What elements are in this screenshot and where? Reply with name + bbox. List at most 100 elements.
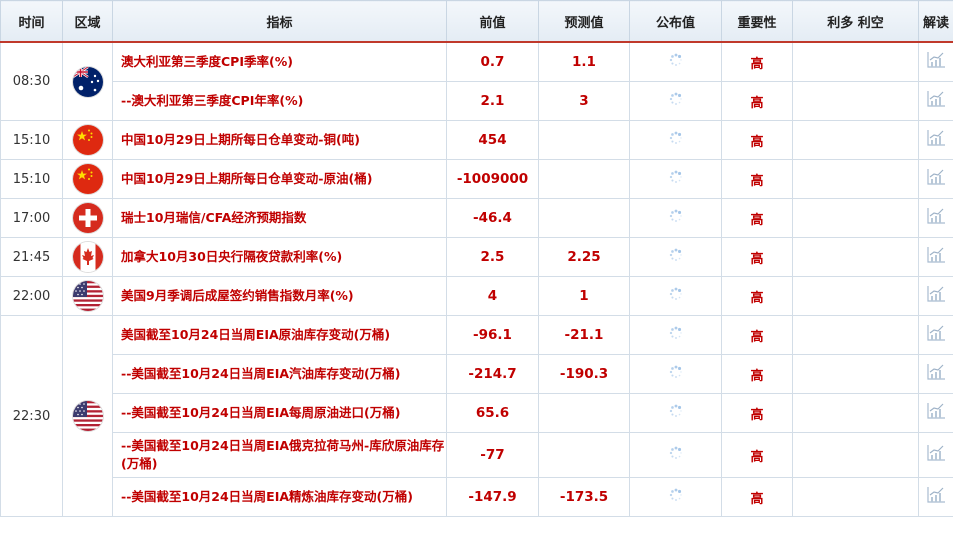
loading-spinner-icon	[669, 131, 683, 145]
usa-flag-icon	[72, 401, 103, 431]
chart-analysis-icon[interactable]	[926, 402, 946, 420]
analysis-cell[interactable]	[918, 276, 953, 316]
chart-analysis-icon[interactable]	[926, 246, 946, 264]
previous-value: 65.6	[446, 393, 539, 433]
actual-value	[629, 159, 722, 199]
actual-value	[629, 393, 722, 433]
indicator-link[interactable]: 中国10月29日上期所每日仓单变动-铜(吨)	[112, 120, 447, 160]
indicator-link[interactable]: --美国截至10月24日当周EIA汽油库存变动(万桶)	[112, 354, 447, 394]
importance-value: 高	[721, 237, 793, 277]
importance-value: 高	[721, 477, 793, 517]
header-actual: 公布值	[629, 0, 722, 43]
loading-spinner-icon	[669, 53, 683, 67]
analysis-cell[interactable]	[918, 120, 953, 160]
forecast-value: 2.25	[538, 237, 630, 277]
loading-spinner-icon	[669, 92, 683, 106]
chart-analysis-icon[interactable]	[926, 51, 946, 69]
analysis-cell[interactable]	[918, 237, 953, 277]
table-row: --澳大利亚第三季度CPI年率(%) 2.1 3 高	[1, 81, 953, 121]
chart-analysis-icon[interactable]	[926, 207, 946, 225]
analysis-cell[interactable]	[918, 198, 953, 238]
importance-value: 高	[721, 432, 793, 478]
analysis-cell[interactable]	[918, 477, 953, 517]
loading-spinner-icon	[669, 365, 683, 379]
analysis-cell[interactable]	[918, 81, 953, 121]
indicator-link[interactable]: --美国截至10月24日当周EIA精炼油库存变动(万桶)	[112, 477, 447, 517]
importance-value: 高	[721, 393, 793, 433]
actual-value	[629, 41, 722, 82]
indicator-link[interactable]: 中国10月29日上期所每日仓单变动-原油(桶)	[112, 159, 447, 199]
effect-cell	[792, 198, 919, 238]
forecast-value	[538, 159, 630, 199]
loading-spinner-icon	[669, 287, 683, 301]
indicator-link[interactable]: 美国9月季调后成屋签约销售指数月率(%)	[112, 276, 447, 316]
analysis-cell[interactable]	[918, 41, 953, 82]
chart-analysis-icon[interactable]	[926, 90, 946, 108]
forecast-value: -190.3	[538, 354, 630, 394]
table-row: 15:10 中国10月29日上期所每日仓单变动-原油(桶) -1009000 高	[0, 159, 953, 199]
previous-value: 0.7	[446, 41, 539, 82]
loading-spinner-icon	[669, 404, 683, 418]
region-cell	[62, 198, 113, 238]
chart-analysis-icon[interactable]	[926, 486, 946, 504]
importance-value: 高	[721, 159, 793, 199]
table-body: 08:30 澳大利亚第三季度CPI季率(%) 0.7 1.1 高 --澳大利亚第三季度CP…	[0, 41, 953, 517]
analysis-cell[interactable]	[918, 393, 953, 433]
previous-value: -96.1	[446, 315, 539, 355]
actual-value	[629, 120, 722, 160]
china-flag-icon	[72, 125, 103, 155]
china-flag-icon	[72, 164, 103, 194]
forecast-value	[538, 432, 630, 478]
header-analysis: 解读	[918, 0, 953, 43]
time-cell: 15:10	[0, 120, 63, 160]
table-row: 08:30 澳大利亚第三季度CPI季率(%) 0.7 1.1 高	[0, 41, 953, 121]
chart-analysis-icon[interactable]	[926, 363, 946, 381]
loading-spinner-icon	[669, 170, 683, 184]
chart-analysis-icon[interactable]	[926, 285, 946, 303]
indicator-link[interactable]: --美国截至10月24日当周EIA每周原油进口(万桶)	[112, 393, 447, 433]
importance-value: 高	[721, 315, 793, 355]
indicator-link[interactable]: 加拿大10月30日央行隔夜贷款利率(%)	[112, 237, 447, 277]
chart-analysis-icon[interactable]	[926, 129, 946, 147]
table-row: --美国截至10月24日当周EIA俄克拉荷马州-库欣原油库存(万桶) -77 高	[1, 432, 953, 478]
indicator-link[interactable]: 瑞士10月瑞信/CFA经济预期指数	[112, 198, 447, 238]
previous-value: 2.5	[446, 237, 539, 277]
time-cell: 17:00	[0, 198, 63, 238]
region-cell	[62, 159, 113, 199]
table-row: --美国截至10月24日当周EIA汽油库存变动(万桶) -214.7 -190.3 高	[1, 354, 953, 394]
chart-analysis-icon[interactable]	[926, 168, 946, 186]
region-cell	[62, 120, 113, 160]
table-row: --美国截至10月24日当周EIA精炼油库存变动(万桶) -147.9 -173.5…	[1, 477, 953, 517]
header-time: 时间	[0, 0, 63, 43]
effect-cell	[792, 237, 919, 277]
analysis-cell[interactable]	[918, 315, 953, 355]
loading-spinner-icon	[669, 209, 683, 223]
canada-flag-icon	[72, 242, 103, 272]
previous-value: -214.7	[446, 354, 539, 394]
actual-value	[629, 354, 722, 394]
chart-analysis-icon[interactable]	[926, 324, 946, 342]
forecast-value: -21.1	[538, 315, 630, 355]
previous-value: 4	[446, 276, 539, 316]
importance-value: 高	[721, 276, 793, 316]
analysis-cell[interactable]	[918, 354, 953, 394]
switzerland-flag-icon	[72, 203, 103, 233]
header-importance: 重要性	[721, 0, 793, 43]
chart-analysis-icon[interactable]	[926, 444, 946, 462]
analysis-cell[interactable]	[918, 432, 953, 478]
indicator-link[interactable]: --澳大利亚第三季度CPI年率(%)	[112, 81, 447, 121]
analysis-cell[interactable]	[918, 159, 953, 199]
effect-cell	[792, 81, 919, 121]
indicator-link[interactable]: --美国截至10月24日当周EIA俄克拉荷马州-库欣原油库存(万桶)	[112, 432, 447, 478]
indicator-link[interactable]: 美国截至10月24日当周EIA原油库存变动(万桶)	[112, 315, 447, 355]
importance-value: 高	[721, 198, 793, 238]
actual-value	[629, 237, 722, 277]
effect-cell	[792, 41, 919, 82]
previous-value: 2.1	[446, 81, 539, 121]
header-effect: 利多 利空	[792, 0, 919, 43]
loading-spinner-icon	[669, 446, 683, 460]
indicator-link[interactable]: 澳大利亚第三季度CPI季率(%)	[112, 41, 447, 82]
table-row: 22:00 美国9月季调后成屋签约销售指数月率(%) 4 1 高	[0, 276, 953, 316]
time-cell: 21:45	[0, 237, 63, 277]
effect-cell	[792, 159, 919, 199]
